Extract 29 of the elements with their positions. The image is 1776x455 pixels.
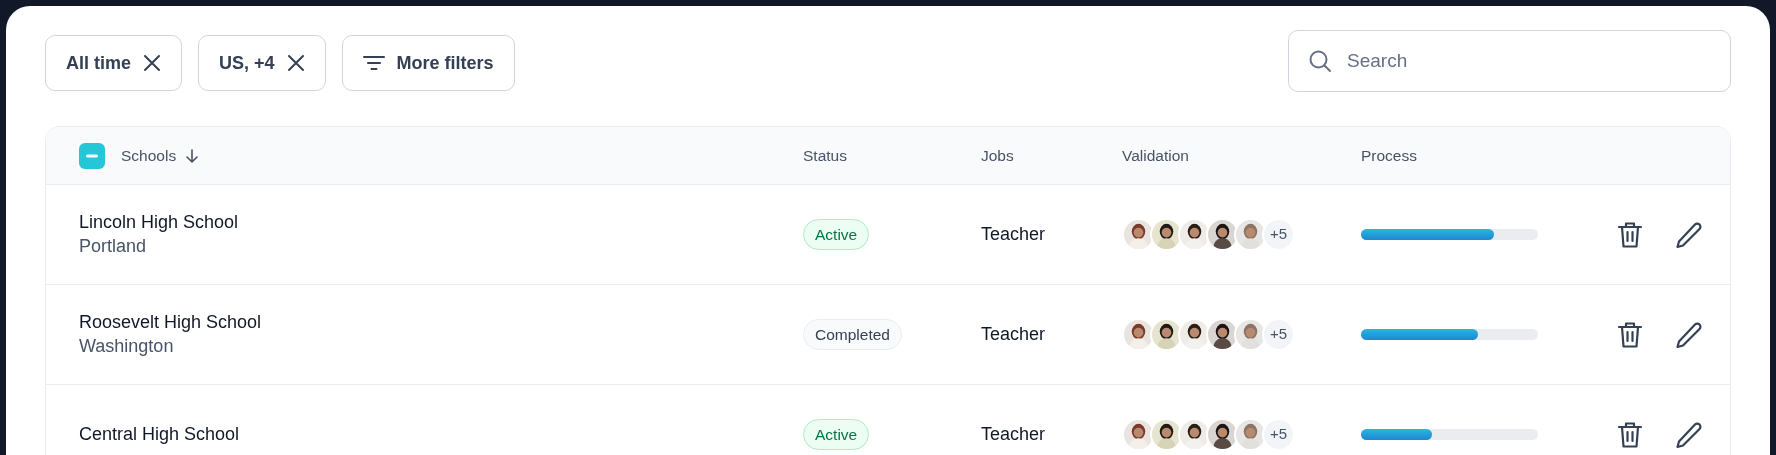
school-name: Lincoln High School xyxy=(79,211,240,235)
column-header: Validation xyxy=(1122,145,1189,166)
filter-icon xyxy=(362,55,385,71)
school-name: Central High School xyxy=(79,422,241,446)
status-badge: Active xyxy=(803,418,870,451)
more-count: +5 xyxy=(1262,318,1295,351)
filter-chip[interactable]: All time xyxy=(45,35,182,91)
select-all-checkbox[interactable] xyxy=(79,142,105,169)
job-title: Teacher xyxy=(981,224,1046,244)
city-name: Washington xyxy=(79,334,175,358)
column-header: Jobs xyxy=(981,145,1014,166)
column-header: Process xyxy=(1361,145,1417,166)
filter-chip[interactable]: US, +4 xyxy=(198,35,326,91)
status-badge: Completed xyxy=(803,318,902,351)
column-header[interactable]: Schools xyxy=(121,143,177,168)
sort-arrow-icon[interactable] xyxy=(184,147,201,164)
more-count: +5 xyxy=(1262,218,1295,251)
city-name: Portland xyxy=(79,234,148,258)
search-field[interactable]: Search xyxy=(1288,30,1731,92)
job-title: Teacher xyxy=(981,424,1046,444)
column-header: Status xyxy=(803,145,847,166)
close-icon xyxy=(143,54,161,72)
close-icon xyxy=(286,54,305,72)
status-badge: Active xyxy=(803,218,870,251)
search-icon xyxy=(1308,49,1332,73)
job-title: Teacher xyxy=(981,324,1046,344)
school-name: Roosevelt High School xyxy=(79,311,263,335)
more-count: +5 xyxy=(1262,418,1295,451)
filter-chip[interactable]: More filters xyxy=(341,35,515,91)
